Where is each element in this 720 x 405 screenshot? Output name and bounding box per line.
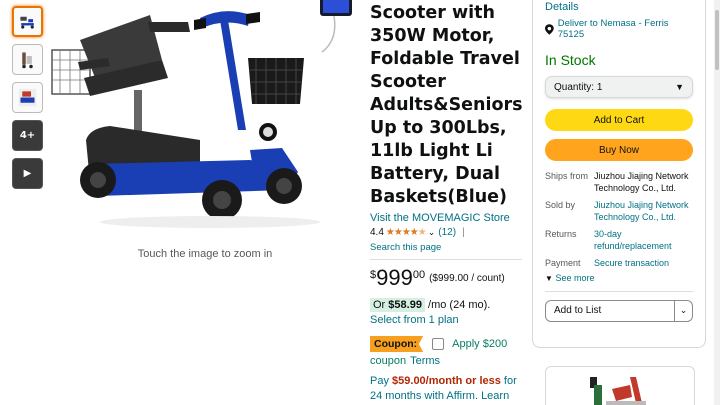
unit-price: ($999.00 / count) (429, 273, 505, 284)
coupon-subtext: coupon Terms (370, 355, 522, 367)
star-rating-icon[interactable]: ★★★★★ (386, 227, 427, 238)
sponsored-product-card[interactable] (545, 366, 695, 405)
thumbnail-3[interactable] (12, 82, 43, 113)
stock-status: In Stock (545, 52, 596, 68)
returns-link[interactable]: 30-day refund/replacement (594, 229, 693, 252)
sold-by-label: Sold by (545, 200, 576, 210)
rating-row: 4.4 ★★★★★ ⌄ (12) | (370, 227, 522, 238)
thumbnail-1[interactable] (12, 6, 43, 37)
add-to-list-control: Add to List ⌄ (545, 299, 693, 322)
price-fraction: 00 (412, 269, 426, 281)
ships-from-label: Ships from (545, 171, 589, 181)
coupon-checkbox[interactable] (432, 338, 445, 350)
product-main-image[interactable] (50, 0, 360, 250)
ships-from-value: Jiuzhou Jiajing Network Technology Co., … (594, 171, 689, 193)
payment-label: Payment (545, 258, 581, 268)
add-to-list-dropdown[interactable]: ⌄ (674, 300, 692, 321)
thumbnail-more-label: 4+ (19, 130, 36, 141)
details-link[interactable]: Details (545, 1, 693, 13)
divider (545, 290, 693, 292)
search-page-link[interactable]: Search this page (370, 242, 522, 253)
sold-by-link[interactable]: Jiuzhou Jiajing Network Technology Co., … (594, 200, 693, 223)
select-plan-link[interactable]: Select from 1 plan (370, 314, 459, 326)
page-scrollbar[interactable] (714, 0, 720, 405)
affirm-amount: $59.00/month or less (392, 375, 501, 387)
coupon-apply-text[interactable]: Apply $200 (452, 338, 507, 350)
add-to-list-button[interactable]: Add to List (546, 301, 674, 321)
seat (78, 15, 190, 96)
chevron-down-icon: ▼ (675, 82, 684, 92)
rating-separator: | (462, 227, 465, 238)
see-more-toggle[interactable]: ▼ See more (545, 273, 693, 283)
store-link[interactable]: Visit the MOVEMAGIC Store (370, 212, 522, 224)
scooter-thumbnail-icon (20, 16, 34, 29)
thumbnail-more[interactable]: 4+ (12, 120, 43, 151)
price: $ 999 00 ($999.00 / count) (370, 266, 522, 290)
thumbnail-list: 4+ ▶ (12, 6, 44, 196)
play-icon: ▶ (23, 168, 32, 179)
chevron-down-icon[interactable]: ⌄ (428, 227, 436, 238)
deliver-text: Deliver to Nemasa - Ferris 75125 (557, 18, 669, 40)
payment-row: Payment Secure transaction (545, 258, 693, 270)
quantity-value: 1 (596, 81, 603, 93)
monthly-amount: $58.99 (388, 299, 422, 311)
coupon-row: Coupon: Apply $200 (370, 336, 522, 352)
rear-basket (51, 49, 91, 95)
thumbnail-2[interactable] (12, 44, 43, 75)
quantity-label: Quantity: (554, 81, 595, 93)
divider (370, 259, 522, 260)
sponsored-scooter-image (590, 377, 646, 405)
zoom-hint: Touch the image to zoom in (137, 248, 273, 260)
ships-from-row: Ships from Jiuzhou Jiajing Network Techn… (545, 171, 693, 194)
monthly-payment: Or $58.99 /mo (24 mo). Select from 1 pla… (370, 298, 522, 328)
product-title: Scooter with 350W Motor, Foldable Travel… (370, 3, 523, 207)
product-info: Scooter with 350W Motor, Foldable Travel… (370, 0, 523, 405)
affirm-prefix: Pay (370, 375, 389, 387)
quantity-select[interactable]: Quantity: 1 ▼ (545, 76, 693, 98)
chevron-down-icon: ▼ (545, 273, 553, 283)
returns-label: Returns (545, 229, 577, 239)
rating-count[interactable]: (12) (438, 227, 456, 238)
returns-row: Returns 30-day refund/replacement (545, 229, 693, 252)
payment-link[interactable]: Secure transaction (594, 258, 669, 270)
rating-value: 4.4 (370, 227, 384, 238)
affirm-offer[interactable]: Pay $59.00/month or less for 24 months w… (370, 374, 522, 405)
scrollbar-thumb[interactable] (715, 10, 719, 70)
add-to-cart-button[interactable]: Add to Cart (545, 109, 693, 131)
scooter-folded-icon (22, 52, 33, 69)
seller-info: Ships from Jiuzhou Jiajing Network Techn… (545, 171, 693, 283)
deliver-to[interactable]: Deliver to Nemasa - Ferris 75125 (545, 18, 693, 40)
monthly-suffix: /mo (24 mo). (428, 299, 491, 311)
front-basket (248, 58, 304, 104)
monthly-highlight: Or $58.99 (370, 298, 425, 312)
coupon-word: coupon (370, 355, 407, 367)
buy-now-button[interactable]: Buy Now (545, 139, 693, 161)
scooter-detail-icon (18, 88, 37, 107)
sold-by-row: Sold by Jiuzhou Jiajing Network Technolo… (545, 200, 693, 223)
monthly-prefix: Or (373, 299, 386, 311)
see-more-label: See more (555, 272, 595, 283)
price-whole: 999 (376, 265, 413, 290)
coupon-tag: Coupon: (370, 336, 424, 352)
coupon-terms-link[interactable]: Terms (410, 355, 440, 367)
location-pin-icon (545, 23, 554, 35)
thumbnail-video[interactable]: ▶ (12, 158, 43, 189)
chevron-down-icon: ⌄ (679, 305, 688, 315)
buy-box: Details Deliver to Nemasa - Ferris 75125… (532, 0, 706, 348)
